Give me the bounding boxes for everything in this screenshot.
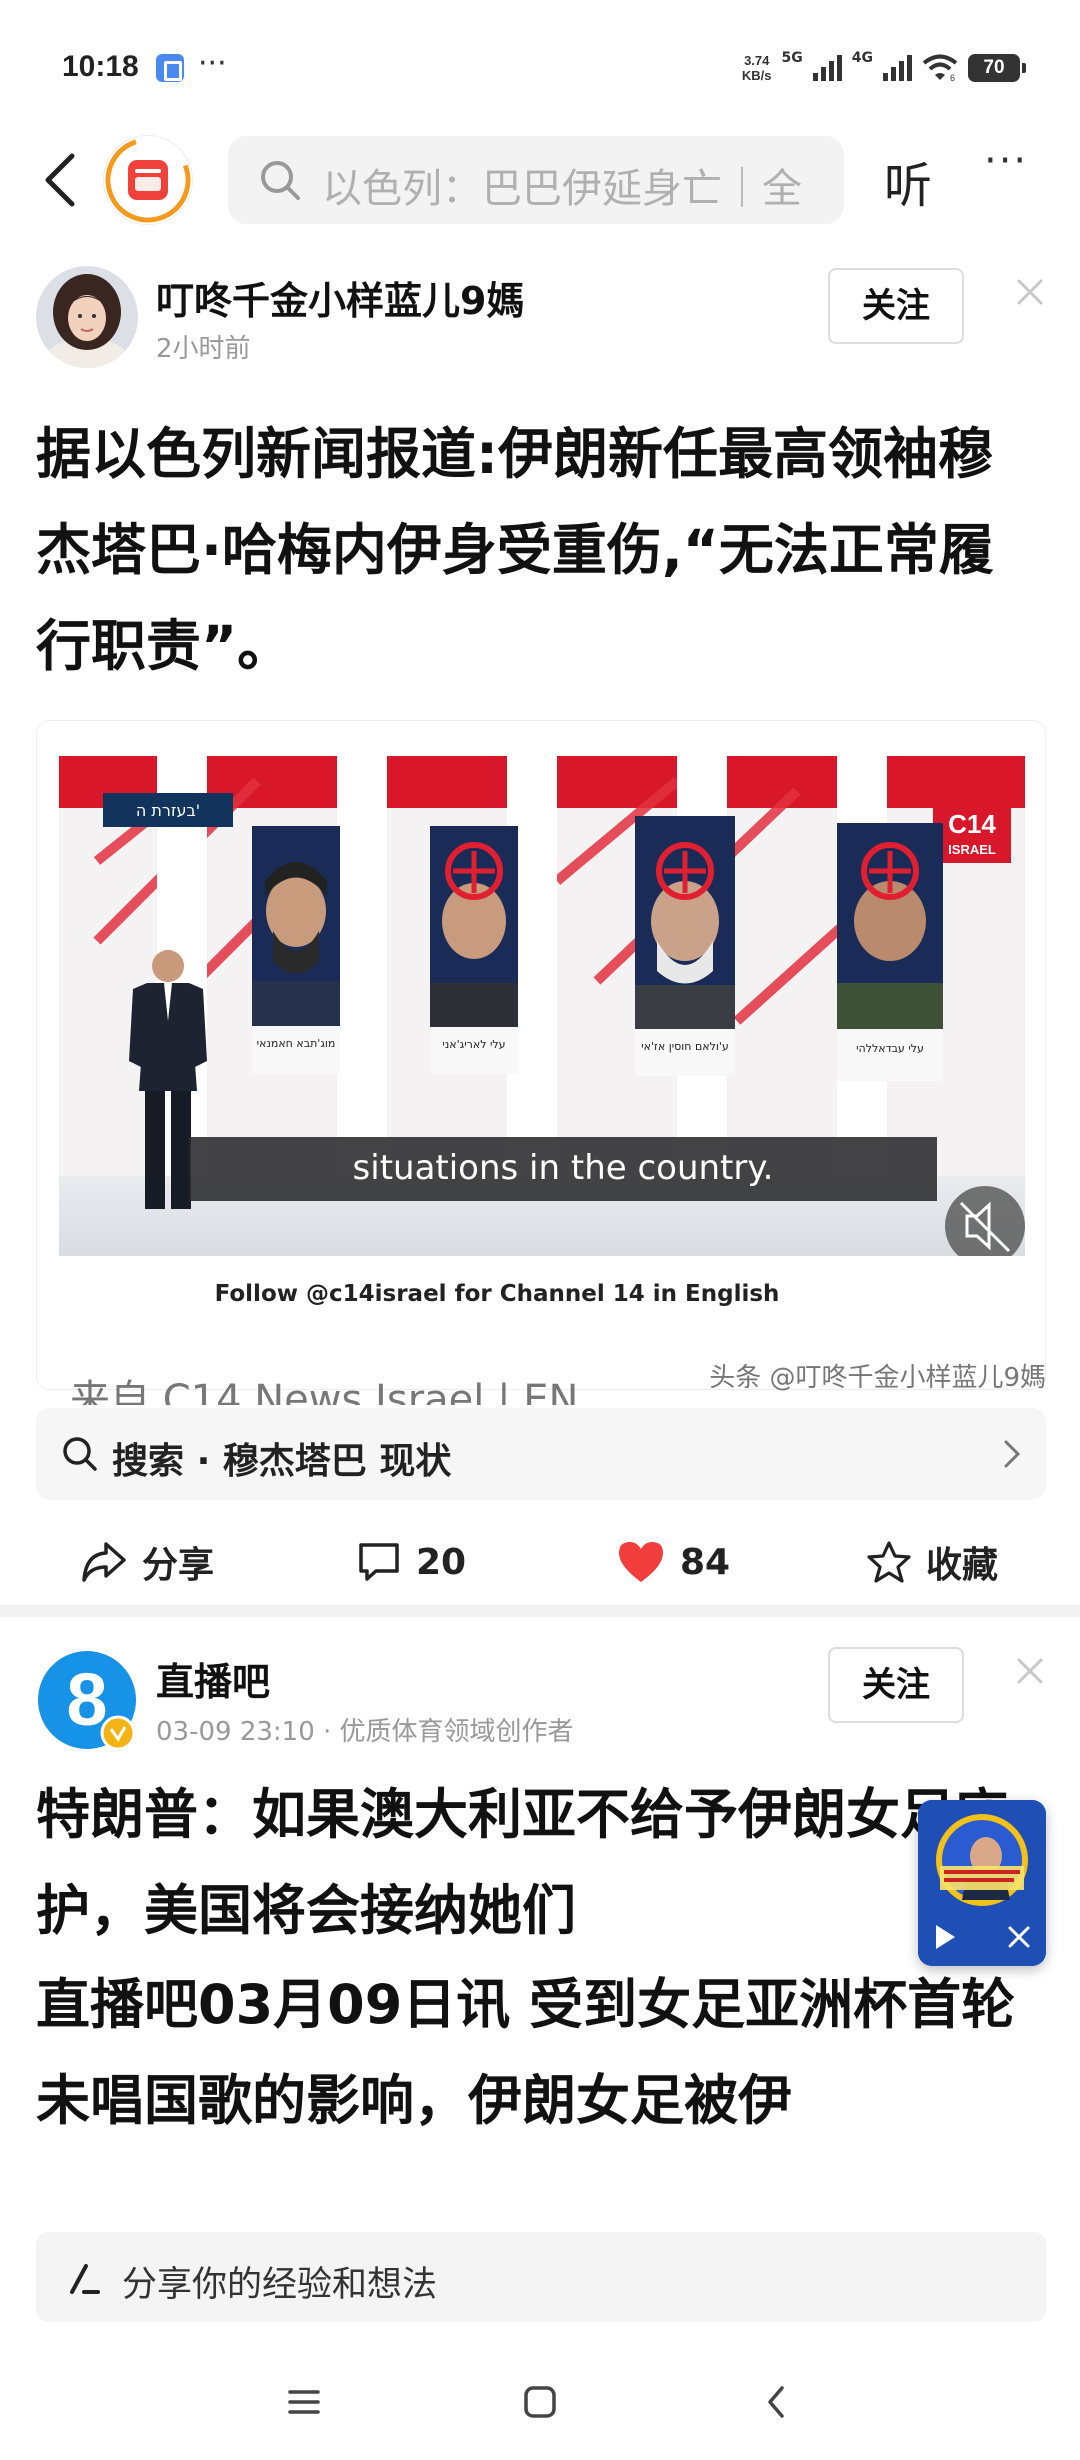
recent-apps-icon[interactable] xyxy=(284,2382,324,2422)
poster-4-name: עלי עבדאללהי xyxy=(856,1042,924,1055)
poster-2-name: עלי לאריג'אני xyxy=(442,1038,505,1051)
video-source: 来自 C14 News Israel | EN xyxy=(70,1377,579,1405)
video-subtitle: situations in the country. xyxy=(353,1148,774,1188)
close-icon[interactable] xyxy=(1006,1924,1032,1950)
home-icon[interactable] xyxy=(522,2382,558,2422)
channel-logo-israel: ISRAEL xyxy=(948,842,996,857)
back-arrow-icon[interactable] xyxy=(34,148,94,212)
poster-1-name: מוג'תבא חאמנאי xyxy=(257,1037,336,1050)
status-bar: 10:18 ··· 3.74 KB/s 5G 4G 6 70 xyxy=(0,0,1080,130)
system-nav-bar xyxy=(0,2350,1080,2460)
dismiss-close-icon[interactable] xyxy=(1012,1653,1048,1689)
signal-icon xyxy=(812,55,842,81)
post-headline[interactable]: 据以色列新闻报道:伊朗新任最高领袖穆杰塔巴·哈梅内伊身受重伤,“无法正常履行职责… xyxy=(36,406,1046,694)
search-suggestion-text: 搜索 · 穆杰塔巴 现状 xyxy=(112,1441,452,1482)
like-button[interactable]: 84 xyxy=(616,1522,730,1602)
post-body-2[interactable]: 直播吧03月09日讯 受到女足亚洲杯首轮未唱国歌的影响，伊朗女足被伊 xyxy=(36,1957,1046,2149)
network-speed: 3.74 KB/s xyxy=(742,53,772,83)
star-icon xyxy=(867,1541,911,1583)
battery-icon: 70 xyxy=(968,54,1026,82)
wifi-icon: 6 xyxy=(922,54,958,82)
author-name-2[interactable]: 直播吧 xyxy=(156,1651,270,1706)
toutiao-logo-icon xyxy=(105,137,191,223)
more-menu-button[interactable]: ··· xyxy=(984,138,1028,184)
comment-placeholder[interactable]: 分享你的经验和想法 xyxy=(122,2256,437,2307)
poster-2: עלי לאריג'אני xyxy=(430,826,518,1074)
play-icon[interactable] xyxy=(932,1922,958,1952)
dismiss-close-icon[interactable] xyxy=(1012,274,1048,310)
follow-button[interactable]: 关注 xyxy=(828,268,964,344)
poster-1: מוג'תבא חאמנאי xyxy=(252,826,340,1074)
network-speed-unit: KB/s xyxy=(741,68,772,83)
author-avatar[interactable] xyxy=(36,266,138,368)
back-nav-icon[interactable] xyxy=(758,2382,794,2422)
heart-icon xyxy=(619,1542,663,1582)
feed-card-1[interactable]: 叮咚千金小样蓝儿9媽 2小时前 关注 据以色列新闻报道:伊朗新任最高领袖穆杰塔巴… xyxy=(0,230,1080,1605)
app-logo[interactable] xyxy=(104,136,192,224)
network-type-4g: 4G xyxy=(851,50,873,66)
search-icon xyxy=(261,161,300,200)
network-speed-value: 3.74 xyxy=(744,53,770,68)
video-footer-text: Follow @c14israel for Channel 14 in Engl… xyxy=(215,1281,780,1307)
author-avatar-2[interactable]: 8 xyxy=(36,1649,138,1751)
video-hebrew-tag: בעזרת ה' xyxy=(136,801,200,820)
notification-app-icon xyxy=(156,54,184,82)
wifi-badge: 6 xyxy=(950,73,955,82)
channel-logo-c14: C14 xyxy=(948,809,996,839)
video-player[interactable]: בעזרת ה' C14 ISRAEL מוג'תבא חאמנאי עלי ל… xyxy=(36,720,1046,1390)
follow-button-2[interactable]: 关注 xyxy=(828,1647,964,1723)
pen-icon xyxy=(70,2264,100,2294)
listen-button[interactable]: 听 xyxy=(884,146,932,216)
top-nav: 以色列：巴巴伊延身亡｜全 听 ··· xyxy=(0,130,1080,230)
status-more-indicator: ··· xyxy=(198,46,227,81)
status-indicators: 3.74 KB/s 5G 4G 6 70 xyxy=(742,48,1026,88)
poster-4: עלי עבדאללהי xyxy=(837,823,943,1081)
share-icon xyxy=(82,1542,126,1582)
poster-3: ע'ולאם חוסין אז'אי xyxy=(635,816,735,1076)
video-watermark: 头条 @叮咚千金小样蓝儿9媽 xyxy=(709,1363,1046,1393)
network-type-5g: 5G xyxy=(781,50,803,66)
share-label: 分享 xyxy=(142,1545,215,1586)
author-name[interactable]: 叮咚千金小样蓝儿9媽 xyxy=(156,270,524,325)
post-time: 2小时前 xyxy=(156,334,251,364)
related-search-suggestion[interactable]: 搜索 · 穆杰塔巴 现状 xyxy=(36,1408,1046,1500)
share-button[interactable]: 分享 xyxy=(80,1522,214,1602)
signal-icon-2 xyxy=(883,55,912,81)
chevron-right-icon xyxy=(1004,1440,1021,1468)
video-caption-row: 来自 C14 News Israel | EN 头条 @叮咚千金小样蓝儿9媽 xyxy=(36,1357,1046,1405)
comment-input-bar[interactable]: 分享你的经验和想法 xyxy=(36,2232,1046,2322)
favorite-button[interactable]: 收藏 xyxy=(866,1522,998,1602)
post-headline-2[interactable]: 特朗普：如果澳大利亚不给予伊朗女足庇护，美国将会接纳她们 xyxy=(36,1767,1046,1959)
search-icon xyxy=(63,1437,97,1471)
feed-divider xyxy=(0,1605,1080,1617)
mute-icon[interactable] xyxy=(945,1186,1025,1266)
poster-3-name: ע'ולאם חוסין אז'אי xyxy=(641,1040,729,1053)
post-actions-bar: 分享 20 84 收藏 xyxy=(0,1522,1080,1602)
status-time: 10:18 xyxy=(62,50,139,83)
like-count: 84 xyxy=(680,1541,731,1583)
search-bar[interactable]: 以色列：巴巴伊延身亡｜全 xyxy=(228,136,844,224)
search-input-text[interactable]: 以色列：巴巴伊延身亡｜全 xyxy=(322,156,802,214)
floating-mini-player[interactable] xyxy=(918,1800,1046,1966)
favorite-label: 收藏 xyxy=(926,1545,999,1586)
comment-count: 20 xyxy=(416,1541,467,1583)
post-meta-2: 03-09 23:10 · 优质体育领域创作者 xyxy=(156,1717,574,1747)
video-frame-image: בעזרת ה' C14 ISRAEL מוג'תבא חאמנאי עלי ל… xyxy=(37,721,1045,1389)
comment-icon xyxy=(359,1543,399,1581)
comment-button[interactable]: 20 xyxy=(356,1522,466,1602)
